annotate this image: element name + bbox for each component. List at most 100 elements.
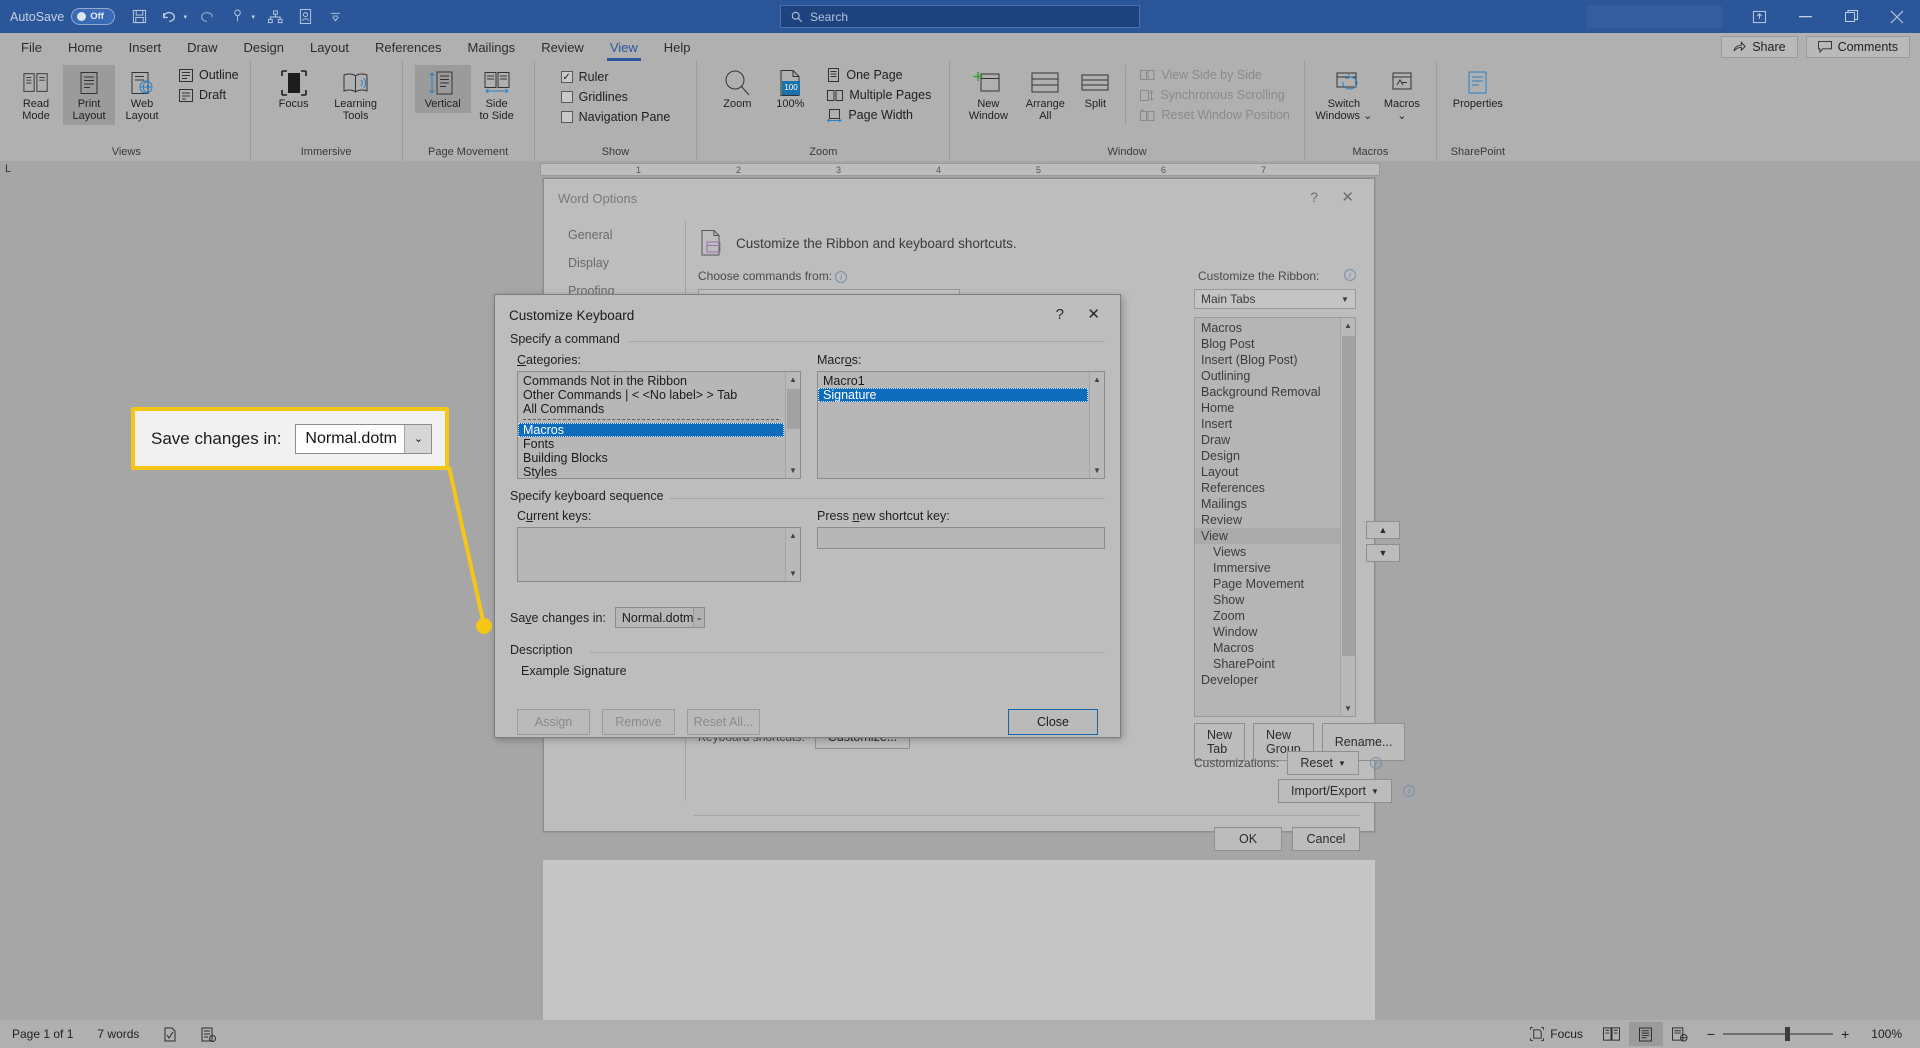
main-tab-item[interactable]: Design xyxy=(1195,448,1355,464)
customize-keyboard-close-icon[interactable]: ✕ xyxy=(1087,305,1100,323)
customize-ribbon-combo[interactable]: Main Tabs ▼ xyxy=(1194,289,1356,309)
web-layout-button[interactable]: Web Layout xyxy=(116,65,168,125)
main-tab-item[interactable]: Immersive xyxy=(1195,560,1355,576)
categories-scroll-up-icon[interactable]: ▲ xyxy=(786,372,800,387)
category-item[interactable]: Fonts xyxy=(518,437,784,451)
tab-mailings[interactable]: Mailings xyxy=(455,36,529,59)
reset-window-position-button[interactable]: Reset Window Position xyxy=(1136,105,1294,125)
comments-button[interactable]: Comments xyxy=(1805,36,1910,58)
nav-item-display[interactable]: Display xyxy=(558,249,685,277)
main-tab-item[interactable]: Home xyxy=(1195,400,1355,416)
import-export-info-icon[interactable]: i xyxy=(1402,785,1415,797)
document-page[interactable] xyxy=(543,860,1375,1020)
customize-ribbon-info-icon[interactable]: i xyxy=(1344,269,1356,281)
categories-scroll-thumb[interactable] xyxy=(787,389,800,429)
category-item[interactable]: Macros xyxy=(518,423,784,437)
main-tab-item[interactable]: Developer xyxy=(1195,672,1355,688)
page-indicator[interactable]: Page 1 of 1 xyxy=(0,1027,85,1041)
view-side-by-side-button[interactable]: View Side by Side xyxy=(1136,65,1294,85)
restore-button[interactable] xyxy=(1828,0,1874,33)
reset-dropdown-button[interactable]: Reset ▼ xyxy=(1287,751,1359,775)
category-item[interactable]: Building Blocks xyxy=(518,451,784,465)
current-keys-scrollbar[interactable]: ▲ ▼ xyxy=(785,528,800,581)
multiple-pages-button[interactable]: Multiple Pages xyxy=(823,85,935,105)
read-mode-button[interactable]: Read Mode xyxy=(10,65,62,125)
account-area[interactable] xyxy=(1587,5,1722,28)
main-tab-item[interactable]: Show xyxy=(1195,592,1355,608)
cancel-button[interactable]: Cancel xyxy=(1292,827,1360,851)
tab-home[interactable]: Home xyxy=(55,36,116,59)
page-width-button[interactable]: Page Width xyxy=(823,105,935,125)
contact-card-icon[interactable] xyxy=(291,4,319,30)
main-tab-item[interactable]: Insert (Blog Post) xyxy=(1195,352,1355,368)
main-tab-item[interactable]: Views xyxy=(1195,544,1355,560)
learning-tools-button[interactable]: Learning Tools xyxy=(324,65,388,125)
macros-button[interactable]: Macros ⌄ xyxy=(1376,65,1428,125)
main-tab-item[interactable]: Macros xyxy=(1195,640,1355,656)
horizontal-ruler[interactable]: 1 2 3 4 5 6 7 xyxy=(540,163,1380,176)
arrange-all-button[interactable]: Arrange All xyxy=(1017,65,1073,125)
main-tab-item[interactable]: Zoom xyxy=(1195,608,1355,624)
reset-info-icon[interactable]: i xyxy=(1369,757,1382,769)
navigation-pane-checkbox[interactable]: Navigation Pane xyxy=(557,107,675,127)
save-icon[interactable] xyxy=(125,4,153,30)
remove-button[interactable]: Remove xyxy=(602,709,675,735)
macros-scroll-down-icon[interactable]: ▼ xyxy=(1090,463,1104,478)
tab-insert[interactable]: Insert xyxy=(116,36,175,59)
new-window-button[interactable]: New Window xyxy=(960,65,1016,125)
focus-button[interactable]: Focus xyxy=(265,65,323,113)
categories-listbox[interactable]: Commands Not in the Ribbon Other Commands… xyxy=(517,371,801,479)
properties-button[interactable]: Properties xyxy=(1447,65,1509,113)
search-box[interactable]: Search xyxy=(780,5,1140,28)
current-keys-scroll-down-icon[interactable]: ▼ xyxy=(786,566,800,581)
macros-scroll-up-icon[interactable]: ▲ xyxy=(1090,372,1104,387)
ribbon-display-options-icon[interactable] xyxy=(1736,0,1782,33)
undo-icon[interactable] xyxy=(155,4,183,30)
focus-mode-button[interactable]: Focus xyxy=(1518,1027,1595,1041)
macros-listbox[interactable]: Macro1 Signature ▲ ▼ xyxy=(817,371,1105,479)
word-count[interactable]: 7 words xyxy=(85,1027,151,1041)
outline-view-button[interactable]: Outline xyxy=(175,65,243,85)
main-tab-item[interactable]: Mailings xyxy=(1195,496,1355,512)
accessibility-checker-icon[interactable] xyxy=(189,1027,228,1042)
print-layout-button[interactable]: Print Layout xyxy=(63,65,115,125)
save-changes-in-combo[interactable]: Normal.dotm ⌄ xyxy=(614,607,705,628)
main-tab-item[interactable]: Insert xyxy=(1195,416,1355,432)
category-item[interactable]: Other Commands | < <No label> > Tab xyxy=(518,388,784,402)
choose-commands-info-icon[interactable]: i xyxy=(835,271,848,283)
tab-layout[interactable]: Layout xyxy=(297,36,362,59)
move-down-button[interactable]: ▼ xyxy=(1366,544,1400,562)
main-tab-item[interactable]: SharePoint xyxy=(1195,656,1355,672)
main-tab-item[interactable]: Layout xyxy=(1195,464,1355,480)
main-tab-item[interactable]: Page Movement xyxy=(1195,576,1355,592)
word-options-close-icon[interactable]: ✕ xyxy=(1341,188,1354,206)
main-tab-item[interactable]: Background Removal xyxy=(1195,384,1355,400)
zoom-slider[interactable]: − + xyxy=(1697,1026,1859,1042)
categories-scroll-down-icon[interactable]: ▼ xyxy=(786,463,800,478)
gridlines-checkbox[interactable]: Gridlines xyxy=(557,87,675,107)
tab-selector-icon[interactable]: L xyxy=(5,163,11,175)
current-keys-listbox[interactable]: ▲ ▼ xyxy=(517,527,801,582)
import-export-button[interactable]: Import/Export ▼ xyxy=(1278,779,1392,803)
main-tabs-listbox[interactable]: Macros Blog Post Insert (Blog Post) Outlini… xyxy=(1194,317,1356,717)
proofing-errors-icon[interactable] xyxy=(151,1027,189,1042)
main-tab-item[interactable]: Review xyxy=(1195,512,1355,528)
scroll-down-icon-2[interactable]: ▼ xyxy=(1341,701,1355,716)
callout-combo[interactable]: Normal.dotm ⌄ xyxy=(295,423,433,454)
macros-scrollbar[interactable]: ▲ ▼ xyxy=(1089,372,1104,478)
macro-item[interactable]: Signature xyxy=(818,388,1088,402)
categories-scrollbar[interactable]: ▲ ▼ xyxy=(785,372,800,478)
move-up-button[interactable]: ▲ xyxy=(1366,521,1400,539)
draft-view-button[interactable]: Draft xyxy=(175,85,243,105)
side-to-side-button[interactable]: Side to Side xyxy=(472,65,522,125)
web-layout-view-button[interactable] xyxy=(1663,1022,1697,1046)
one-page-button[interactable]: One Page xyxy=(823,65,935,85)
press-new-shortcut-input[interactable] xyxy=(817,527,1105,549)
synchronous-scrolling-button[interactable]: Synchronous Scrolling xyxy=(1136,85,1294,105)
current-keys-scroll-up-icon[interactable]: ▲ xyxy=(786,528,800,543)
main-tab-item[interactable]: View xyxy=(1195,528,1355,544)
word-options-help-icon[interactable]: ? xyxy=(1310,189,1318,205)
close-button[interactable]: Close xyxy=(1008,709,1098,735)
category-item[interactable]: Commands Not in the Ribbon xyxy=(518,374,784,388)
zoom-level-label[interactable]: 100% xyxy=(1859,1027,1920,1041)
